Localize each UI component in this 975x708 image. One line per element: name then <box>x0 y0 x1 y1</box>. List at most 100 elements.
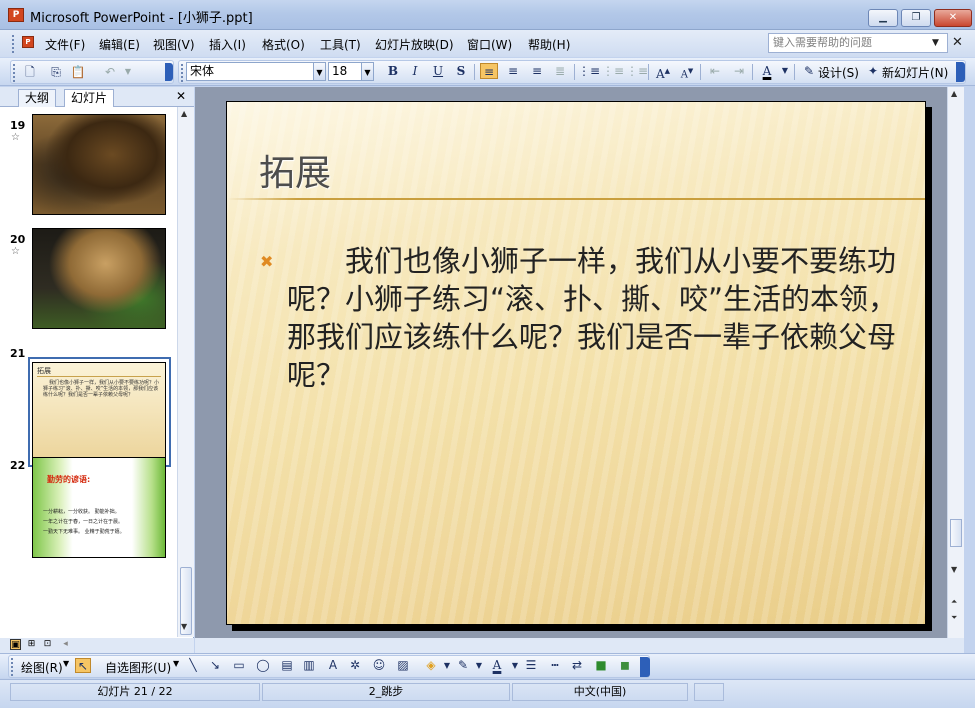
menu-view[interactable]: 视图(V) <box>153 36 195 53</box>
font-color-icon[interactable]: A <box>489 658 505 673</box>
paste-icon[interactable]: 📋 <box>69 64 87 80</box>
increase-indent-icon[interactable]: ⇥ <box>730 63 748 79</box>
scroll-down-icon[interactable]: ▼ <box>951 565 957 574</box>
scroll-up-icon[interactable]: ▲ <box>951 89 957 98</box>
scroll-up-icon[interactable]: ▲ <box>181 109 187 118</box>
design-icon[interactable]: ✎ <box>800 63 818 79</box>
line-style-icon[interactable]: ☰ <box>523 658 539 673</box>
slide-title[interactable]: 拓展 <box>259 144 331 196</box>
scroll-down-icon[interactable]: ▼ <box>181 622 187 631</box>
draw-dropdown-icon[interactable]: ▼ <box>63 659 69 668</box>
decrease-font-icon[interactable]: A▼ <box>678 63 696 80</box>
arrow-icon[interactable]: ↘ <box>207 658 223 673</box>
draw-menu[interactable]: 绘图(R) <box>21 659 63 676</box>
shadow-style-icon[interactable]: ■ <box>593 658 609 673</box>
font-name-select[interactable]: 宋体 <box>186 62 314 81</box>
design-button[interactable]: 设计(S) <box>818 64 859 81</box>
slide-thumbnail-20[interactable] <box>32 228 166 329</box>
decrease-indent-icon[interactable]: ⇤ <box>706 63 724 79</box>
font-name-dropdown-icon[interactable]: ▼ <box>313 62 326 81</box>
toolbar-grip-icon[interactable] <box>11 658 15 676</box>
numbering-icon[interactable]: ⋮≡ <box>578 63 600 79</box>
help-search-input[interactable]: 键入需要帮助的问题 <box>768 33 948 53</box>
3d-style-icon[interactable]: ◼ <box>617 658 633 673</box>
slide-thumbnail-21[interactable]: 拓展 我们也像小狮子一样，我们从小要不要练功呢？小狮子练习“滚、扑、撕、咬”生活… <box>32 362 166 463</box>
tab-slides[interactable]: 幻灯片 <box>64 89 115 108</box>
fill-color-icon[interactable]: ◈ <box>423 658 439 673</box>
menu-slideshow[interactable]: 幻灯片放映(D) <box>375 36 454 53</box>
toolbar-grip-icon[interactable] <box>181 64 185 82</box>
menu-format[interactable]: 格式(O) <box>262 36 305 53</box>
undo-dropdown-icon[interactable]: ▼ <box>119 64 137 80</box>
document-close-icon[interactable]: ✕ <box>952 35 963 50</box>
menu-edit[interactable]: 编辑(E) <box>99 36 140 53</box>
slide-thumbnail-22[interactable]: 勤劳的谚语: 一分耕耘，一分收获。 勤能补拙。 一年之计在于春，一日之计在于晨。… <box>32 457 166 558</box>
scroll-thumb[interactable] <box>950 519 962 547</box>
powerpoint-app-icon[interactable]: P <box>8 8 24 22</box>
picture-icon[interactable]: ▨ <box>395 658 411 673</box>
menu-insert[interactable]: 插入(I) <box>209 36 246 53</box>
thumbnail-scrollbar[interactable]: ▲ ▼ <box>177 107 194 637</box>
line-color-dropdown-icon[interactable]: ▼ <box>471 658 487 673</box>
diagram-icon[interactable]: ✲ <box>347 658 363 673</box>
vertical-textbox-icon[interactable]: ▥ <box>301 658 317 673</box>
toolbar-grip-icon[interactable] <box>12 35 16 53</box>
arrow-style-icon[interactable]: ⇄ <box>569 658 585 673</box>
font-size-dropdown-icon[interactable]: ▼ <box>361 62 374 81</box>
font-color-icon[interactable]: A <box>758 63 776 79</box>
font-size-select[interactable]: 18 <box>328 62 362 81</box>
tab-outline[interactable]: 大纲 <box>18 89 57 107</box>
increase-font-icon[interactable]: A▲ <box>654 63 672 81</box>
menu-window[interactable]: 窗口(W) <box>467 36 512 53</box>
align-center-icon[interactable]: ≡ <box>504 63 522 79</box>
align-left-icon[interactable]: ≡ <box>480 63 498 79</box>
underline-button[interactable]: U <box>429 63 447 79</box>
menu-help[interactable]: 帮助(H) <box>528 36 570 53</box>
design-template[interactable]: 2_跳步 <box>262 683 510 701</box>
oval-icon[interactable]: ◯ <box>255 658 271 673</box>
slide-body-text[interactable]: 我们也像小狮子一样，我们从小要不要练功呢？小狮子练习“滚、扑、撕、咬”生活的本领… <box>287 242 907 394</box>
menu-tools[interactable]: 工具(T) <box>320 36 361 53</box>
current-slide[interactable]: 拓展 ✖ 我们也像小狮子一样，我们从小要不要练功呢？小狮子练习“滚、扑、撕、咬”… <box>226 101 926 625</box>
toolbar-options-icon[interactable] <box>165 63 173 81</box>
slide-thumbnail-19[interactable] <box>32 114 166 215</box>
document-icon[interactable]: P <box>22 36 34 48</box>
menu-file[interactable]: 文件(F) <box>45 36 85 53</box>
help-dropdown-icon[interactable]: ▼ <box>932 38 939 48</box>
scroll-left-icon[interactable]: ◂ <box>60 639 71 650</box>
editor-scrollbar[interactable]: ▲ ▼ ⏶ ⏷ <box>947 87 964 638</box>
previous-slide-icon[interactable]: ⏶ <box>951 597 957 607</box>
fill-color-dropdown-icon[interactable]: ▼ <box>439 658 455 673</box>
wordart-icon[interactable]: A <box>325 658 341 673</box>
rectangle-icon[interactable]: ▭ <box>231 658 247 673</box>
autoshapes-menu[interactable]: 自选图形(U) <box>105 659 171 676</box>
pane-close-icon[interactable]: ✕ <box>176 89 186 103</box>
numbered-list-icon[interactable]: ⋮≡ <box>602 63 624 79</box>
italic-button[interactable]: I <box>406 63 424 79</box>
new-document-icon[interactable]: 🗋 <box>21 64 39 80</box>
slide-sorter-icon[interactable]: ⊞ <box>26 639 37 650</box>
next-slide-icon[interactable]: ⏷ <box>951 613 957 623</box>
distribute-icon[interactable]: ≣ <box>551 63 569 79</box>
line-color-icon[interactable]: ✎ <box>455 658 471 673</box>
normal-view-icon[interactable]: ▣ <box>10 639 21 650</box>
new-slide-icon[interactable]: ✦ <box>864 63 882 79</box>
bullet-list-icon[interactable]: ⋮≡ <box>626 63 648 79</box>
textbox-icon[interactable]: ▤ <box>279 658 295 673</box>
autoshapes-dropdown-icon[interactable]: ▼ <box>173 659 179 668</box>
copy-icon[interactable]: ⎘ <box>47 64 65 80</box>
bold-button[interactable]: B <box>384 63 402 79</box>
minimize-button[interactable]: ▁ <box>868 9 898 27</box>
dash-style-icon[interactable]: ┅ <box>547 658 563 673</box>
toolbar-options-icon[interactable] <box>956 62 965 82</box>
font-color-dropdown-icon[interactable]: ▼ <box>507 658 523 673</box>
undo-icon[interactable]: ↶ <box>101 64 119 80</box>
align-right-icon[interactable]: ≡ <box>528 63 546 79</box>
select-pointer-icon[interactable]: ↖ <box>75 658 91 673</box>
line-icon[interactable]: ╲ <box>185 658 201 673</box>
new-slide-button[interactable]: 新幻灯片(N) <box>882 64 948 81</box>
slideshow-view-icon[interactable]: ⊡ <box>42 639 53 650</box>
toolbar-grip-icon[interactable] <box>13 64 17 82</box>
shadow-button[interactable]: S <box>452 63 470 79</box>
maximize-button[interactable]: ❐ <box>901 9 931 27</box>
